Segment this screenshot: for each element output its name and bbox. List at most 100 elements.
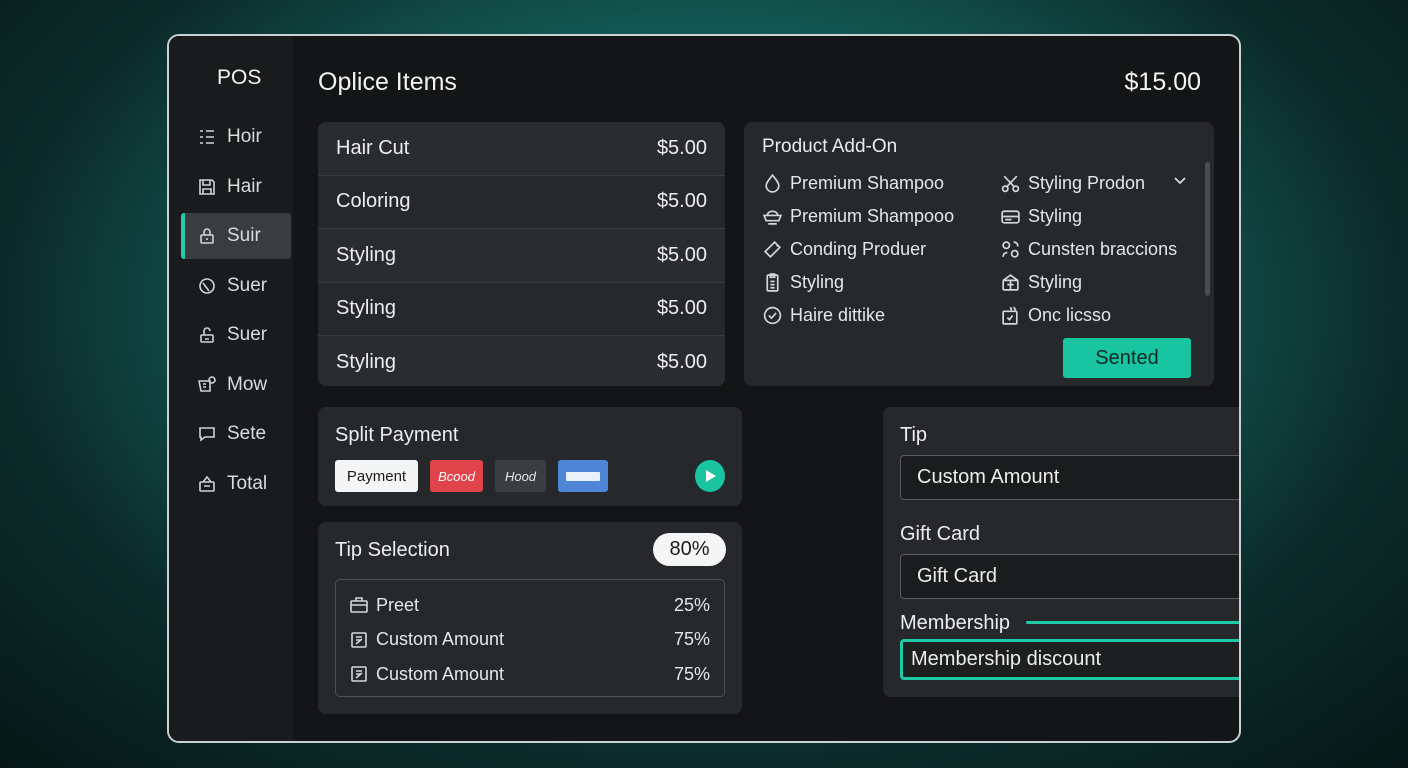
- sidebar-item-suir[interactable]: Suir: [181, 213, 291, 259]
- red-payment-button[interactable]: Bcood: [430, 460, 483, 492]
- addon-item[interactable]: Styling: [762, 266, 954, 299]
- addon-item[interactable]: Conding Produer: [762, 233, 954, 266]
- circle-icon: [199, 277, 215, 294]
- tip-option-label: Preet: [376, 594, 420, 615]
- addon-label: Styling Prodon: [1028, 173, 1146, 193]
- lock-icon: [200, 228, 214, 244]
- scissors-icon: [1001, 175, 1020, 193]
- briefcase-icon: [350, 597, 368, 614]
- sidebar-item-suer-2[interactable]: Suer: [181, 312, 291, 358]
- addon-label: Premium Shampoo: [790, 173, 945, 193]
- chat-icon: [199, 427, 215, 442]
- edit-icon: [351, 666, 367, 683]
- sidebar-item-hoir[interactable]: Hoir: [181, 114, 291, 160]
- tip-giftcard-panel: Tip Custom Amount Gift Card Gift Card Me…: [883, 407, 1239, 697]
- payment-button[interactable]: Payment: [335, 460, 418, 492]
- sidebar-item-total[interactable]: Total: [181, 461, 291, 507]
- product-addon-panel: Product Add-On Premium Shampoo Premium S…: [744, 122, 1214, 386]
- addon-item[interactable]: Styling: [1000, 200, 1177, 233]
- tip-selection-panel: Tip Selection 80% Preet 25% Custom Amoun…: [318, 522, 742, 714]
- sidebar-item-hair[interactable]: Hair: [181, 164, 291, 210]
- list-item[interactable]: Hair Cut $5.00: [318, 122, 725, 176]
- tip-select-value: Custom Amount: [917, 466, 1060, 488]
- tip-options-table: Preet 25% Custom Amount 75% Custom Amoun…: [335, 579, 725, 697]
- package-check-icon: [1002, 306, 1018, 325]
- pos-window: POS Hoir Hair Suir Suer Suer Mow Sete To…: [167, 34, 1241, 743]
- register-icon: [198, 375, 216, 392]
- tip-option-value: 75%: [673, 663, 710, 684]
- bowl-icon: [762, 210, 783, 225]
- addon-item[interactable]: Cunsten braccions: [1000, 233, 1177, 266]
- membership-select-value: Membership discount: [911, 648, 1102, 670]
- split-payment-title: Split Payment: [335, 424, 459, 446]
- addon-label: Conding Produer: [790, 239, 927, 259]
- proceed-button[interactable]: [695, 460, 725, 492]
- item-name: Hair Cut: [336, 136, 410, 159]
- table-row[interactable]: Custom Amount 75%: [336, 657, 724, 692]
- addon-item[interactable]: Styling: [1000, 266, 1177, 299]
- gift-icon: [1002, 274, 1019, 291]
- card-payment-button[interactable]: [558, 460, 608, 492]
- membership-label: Membership: [900, 612, 1011, 634]
- bag-icon: [199, 475, 215, 492]
- addon-item[interactable]: Premium Shampoo: [762, 167, 954, 200]
- lock-open-icon: [200, 327, 214, 343]
- addon-label: Onc licsso: [1028, 305, 1112, 325]
- list-item[interactable]: Styling $5.00: [318, 336, 725, 386]
- split-payment-panel: Split Payment Payment Bcood Hood: [318, 407, 742, 506]
- item-price: $5.00: [656, 190, 707, 213]
- card-icon: [566, 471, 600, 481]
- addon-dropdown-toggle[interactable]: [1172, 172, 1188, 193]
- grid-icon: [200, 130, 214, 144]
- order-total: $15.00: [1124, 68, 1201, 96]
- list-item[interactable]: Styling $5.00: [318, 229, 725, 283]
- table-row[interactable]: Custom Amount 75%: [336, 623, 724, 658]
- tip-option-value: 25%: [673, 594, 710, 615]
- addon-item[interactable]: Styling Prodon: [1000, 167, 1177, 200]
- save-icon: [199, 178, 215, 195]
- gift-card-label: Gift Card: [900, 523, 981, 545]
- list-item[interactable]: Coloring $5.00: [318, 176, 725, 229]
- gift-card-select[interactable]: Gift Card: [900, 554, 1239, 599]
- addon-label: Haire dittike: [790, 305, 886, 325]
- tip-select[interactable]: Custom Amount: [900, 455, 1239, 500]
- addon-label: Styling: [790, 272, 845, 292]
- edit-icon: [351, 631, 367, 648]
- sidebar-item-mow[interactable]: Mow: [181, 362, 291, 408]
- addon-label: Styling: [1028, 206, 1083, 226]
- clipboard-icon: [766, 273, 779, 292]
- play-icon: [706, 470, 716, 482]
- check-circle-icon: [763, 306, 782, 325]
- list-item[interactable]: Styling $5.00: [318, 283, 725, 336]
- gift-card-select-value: Gift Card: [917, 565, 998, 587]
- addon-scrollbar[interactable]: [1205, 162, 1210, 296]
- tip-selection-title: Tip Selection: [335, 539, 450, 561]
- tag-icon: [763, 240, 782, 259]
- addon-column-1: Premium Shampoo Premium Shampooo Conding…: [762, 167, 954, 332]
- table-row[interactable]: Preet 25%: [336, 588, 724, 623]
- item-price: $5.00: [656, 351, 707, 374]
- sidebar-item-label: Suer: [227, 324, 268, 345]
- item-name: Coloring: [336, 190, 411, 213]
- tip-option-value: 75%: [673, 629, 710, 650]
- sidebar-item-label: Suir: [227, 225, 261, 246]
- app-logo: POS: [217, 66, 262, 89]
- items-list: Hair Cut $5.00 Coloring $5.00 Styling $5.00…: [318, 122, 725, 386]
- addon-title: Product Add-On: [762, 136, 898, 157]
- addon-item[interactable]: Premium Shampooo: [762, 200, 954, 233]
- addon-item[interactable]: Haire dittike: [762, 299, 954, 332]
- membership-select[interactable]: Membership discount: [900, 639, 1239, 680]
- tip-option-label: Custom Amount: [376, 629, 505, 650]
- chevron-down-icon: [1174, 177, 1186, 185]
- sidebar-item-label: Sete: [227, 423, 267, 444]
- tip-percent-badge[interactable]: 80%: [653, 533, 726, 566]
- sidebar-item-sete[interactable]: Sete: [181, 411, 291, 457]
- sidebar-item-label: Total: [227, 472, 268, 494]
- sented-button[interactable]: Sented: [1063, 338, 1191, 378]
- sidebar-item-suer[interactable]: Suer: [181, 263, 291, 309]
- sidebar: POS Hoir Hair Suir Suer Suer Mow Sete To…: [169, 36, 293, 741]
- addon-label: Cunsten braccions: [1028, 239, 1178, 259]
- dark-payment-button[interactable]: Hood: [495, 460, 546, 492]
- addon-label: Styling: [1028, 272, 1083, 292]
- addon-item[interactable]: Onc licsso: [1000, 299, 1177, 332]
